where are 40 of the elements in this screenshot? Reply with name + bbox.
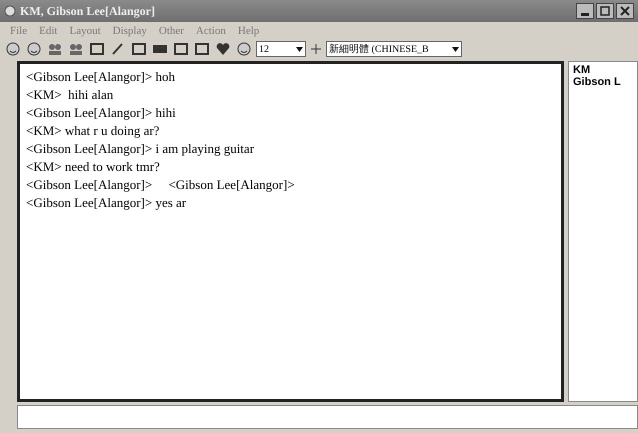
menu-item[interactable]: Display <box>112 25 147 37</box>
font-name-dropdown[interactable]: 新細明體 (CHINESE_B <box>326 41 462 57</box>
chat-message: <KM> what r u doing ar? <box>26 122 160 140</box>
chat-message: <KM> hihi alan <box>26 86 114 104</box>
participant-name[interactable]: KM <box>573 64 633 76</box>
close-icon <box>620 6 630 16</box>
menu-item[interactable]: Other <box>158 25 184 37</box>
toolbar-button[interactable] <box>25 41 43 57</box>
toolbar-button[interactable] <box>88 41 106 57</box>
toolbar-button[interactable] <box>4 41 22 57</box>
minimize-button[interactable] <box>576 3 594 19</box>
chat-message: <Gibson Lee[Alangor]> hihi <box>26 104 177 122</box>
menu-item[interactable]: Help <box>238 25 260 37</box>
toolbar-button[interactable] <box>193 41 211 57</box>
chat-message: <KM> need to work tmr? <box>26 158 161 176</box>
toolbar-button[interactable] <box>172 41 190 57</box>
toolbar-button[interactable] <box>67 41 85 57</box>
maximize-icon <box>600 6 610 16</box>
toolbar-button[interactable] <box>214 41 232 57</box>
participant-name[interactable]: Gibson L <box>573 76 633 88</box>
chat-message: <Gibson Lee[Alangor]> <Gibson Lee[Alangor]> <box>26 176 296 194</box>
toolbar-button[interactable] <box>46 41 64 57</box>
caret-icon <box>452 46 459 52</box>
chat-message: <Gibson Lee[Alangor]> hoh <box>26 68 176 86</box>
caret-icon <box>296 46 303 52</box>
menu-item[interactable]: Edit <box>39 25 58 37</box>
close-button[interactable] <box>616 3 634 19</box>
window-title: KM, Gibson Lee[Alangor] <box>20 4 156 18</box>
chat-message: <Gibson Lee[Alangor]> i am playing guitar <box>26 140 256 158</box>
message-input[interactable] <box>17 405 638 429</box>
maximize-button[interactable] <box>596 3 614 19</box>
minimize-icon <box>581 12 589 16</box>
font-size-dropdown[interactable]: 12 <box>256 41 306 57</box>
chat-message: <Gibson Lee[Alangor]> yes ar <box>26 194 188 212</box>
toolbar-button[interactable] <box>235 41 253 57</box>
toolbar-button[interactable] <box>130 41 148 57</box>
menu-item[interactable]: File <box>10 25 28 37</box>
menu-item[interactable]: Action <box>196 25 226 37</box>
menu-item[interactable]: Layout <box>69 25 101 37</box>
app-icon <box>4 5 16 17</box>
